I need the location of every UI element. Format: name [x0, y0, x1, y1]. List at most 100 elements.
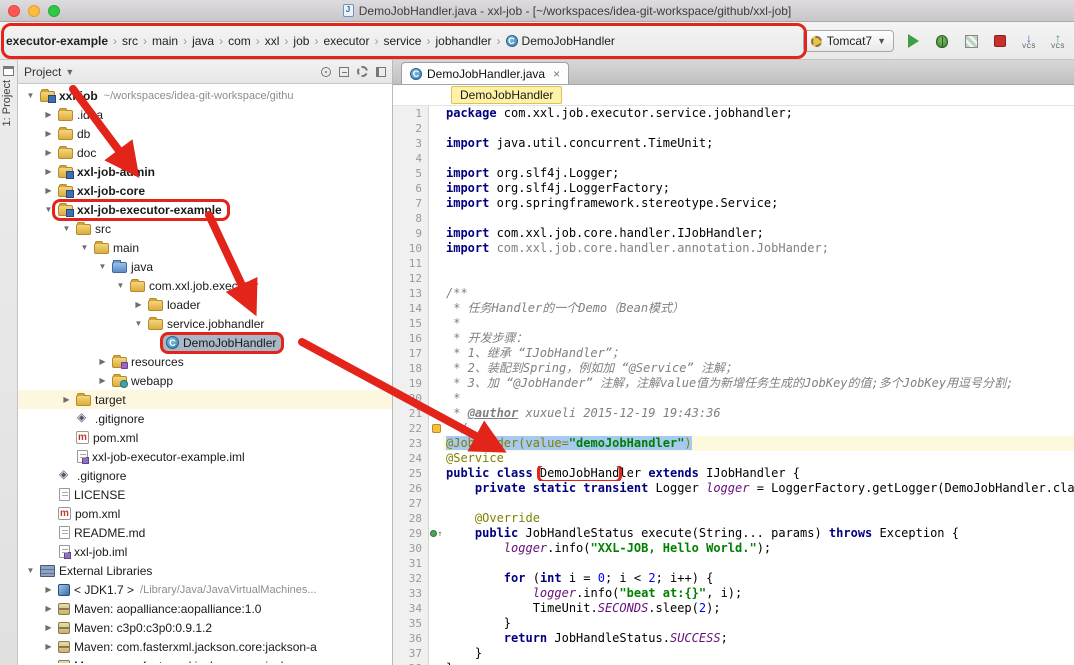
- debug-button[interactable]: [932, 31, 952, 51]
- tree-collapsed-icon[interactable]: ▶: [96, 376, 109, 385]
- code-line-text[interactable]: @Override: [443, 511, 1074, 526]
- code-line-14[interactable]: 14 * 任务Handler的一个Demo（Bean模式）: [393, 301, 1074, 316]
- breadcrumb-item-xxl[interactable]: xxl: [262, 32, 283, 50]
- tree-item-service-jobhandler[interactable]: ▼service.jobhandler: [18, 314, 392, 333]
- project-stripe-button[interactable]: 1: Project: [1, 80, 17, 126]
- breadcrumb-item-service[interactable]: service: [380, 32, 424, 50]
- code-line-9[interactable]: 9import com.xxl.job.core.handler.IJobHan…: [393, 226, 1074, 241]
- code-line-35[interactable]: 35 }: [393, 616, 1074, 631]
- code-line-text[interactable]: logger.info("XXL-JOB, Hello World.");: [443, 541, 1074, 556]
- tree-item-idea[interactable]: ▶.idea: [18, 105, 392, 124]
- code-line-text[interactable]: import com.xxl.job.core.handler.annotati…: [443, 241, 1074, 256]
- close-icon[interactable]: ×: [553, 67, 560, 81]
- code-line-text[interactable]: }: [443, 661, 1074, 665]
- code-line-text[interactable]: package com.xxl.job.executor.service.job…: [443, 106, 1074, 121]
- tree-item-readme-md[interactable]: README.md: [18, 523, 392, 542]
- code-line-text[interactable]: @JobHander(value="demoJobHandler"): [443, 436, 1074, 451]
- code-line-text[interactable]: }: [443, 616, 1074, 631]
- code-line-31[interactable]: 31: [393, 556, 1074, 571]
- tree-expanded-icon[interactable]: ▼: [24, 91, 37, 100]
- tree-collapsed-icon[interactable]: ▶: [42, 110, 55, 119]
- code-line-8[interactable]: 8: [393, 211, 1074, 226]
- tree-expanded-icon[interactable]: ▼: [78, 243, 91, 252]
- tree-item-jdk1-7[interactable]: ▶< JDK1.7 >/Library/Java/JavaVirtualMach…: [18, 580, 392, 599]
- code-line-36[interactable]: 36 return JobHandleStatus.SUCCESS;: [393, 631, 1074, 646]
- tree-expanded-icon[interactable]: ▼: [24, 566, 37, 575]
- code-line-16[interactable]: 16 * 开发步骤：: [393, 331, 1074, 346]
- tree-item-xxl-job-iml[interactable]: xxl-job.iml: [18, 542, 392, 561]
- code-line-23[interactable]: 23@JobHander(value="demoJobHandler"): [393, 436, 1074, 451]
- code-line-text[interactable]: *: [443, 391, 1074, 406]
- override-marker-icon[interactable]: [430, 530, 437, 537]
- code-line-25[interactable]: 25public class DemoJobHandler extends IJ…: [393, 466, 1074, 481]
- tree-item-target[interactable]: ▶target: [18, 390, 392, 409]
- code-line-text[interactable]: * 开发步骤：: [443, 331, 1074, 346]
- tree-item-pom-xml[interactable]: mpom.xml: [18, 428, 392, 447]
- tree-expanded-icon[interactable]: ▼: [114, 281, 127, 290]
- chevron-down-icon[interactable]: ▼: [65, 67, 74, 77]
- tree-collapsed-icon[interactable]: ▶: [132, 300, 145, 309]
- run-button[interactable]: [903, 31, 923, 51]
- tree-collapsed-icon[interactable]: ▶: [42, 186, 55, 195]
- code-line-15[interactable]: 15 *: [393, 316, 1074, 331]
- coverage-button[interactable]: [961, 31, 981, 51]
- code-line-text[interactable]: [443, 121, 1074, 136]
- vcs-push-button[interactable]: ↑VCS: [1048, 31, 1068, 51]
- code-line-2[interactable]: 2: [393, 121, 1074, 136]
- tree-expanded-icon[interactable]: ▼: [96, 262, 109, 271]
- tree-item-resources[interactable]: ▶resources: [18, 352, 392, 371]
- editor-tab-demojobhandler[interactable]: C DemoJobHandler.java ×: [401, 62, 569, 84]
- code-line-text[interactable]: import java.util.concurrent.TimeUnit;: [443, 136, 1074, 151]
- code-line-30[interactable]: 30 logger.info("XXL-JOB, Hello World.");: [393, 541, 1074, 556]
- tree-item-pom-xml[interactable]: mpom.xml: [18, 504, 392, 523]
- tree-item-external-libraries[interactable]: ▼External Libraries: [18, 561, 392, 580]
- tree-item-xxl-job-executor-example[interactable]: ▼xxl-job-executor-example: [18, 200, 392, 219]
- tree-item-xxl-job-executor-example-iml[interactable]: xxl-job-executor-example.iml: [18, 447, 392, 466]
- code-line-20[interactable]: 20 *: [393, 391, 1074, 406]
- code-line-text[interactable]: * @author xuxueli 2015-12-19 19:43:36: [443, 406, 1074, 421]
- code-line-text[interactable]: [443, 496, 1074, 511]
- breadcrumb-item-main[interactable]: main: [149, 32, 181, 50]
- breadcrumb-item-src[interactable]: src: [119, 32, 141, 50]
- code-line-12[interactable]: 12: [393, 271, 1074, 286]
- hide-panel-icon[interactable]: [376, 67, 386, 77]
- code-line-17[interactable]: 17 * 1、继承 “IJobHandler”；: [393, 346, 1074, 361]
- breadcrumb-item-executor[interactable]: executor: [320, 32, 372, 50]
- tree-expanded-icon[interactable]: ▼: [132, 319, 145, 328]
- code-line-37[interactable]: 37 }: [393, 646, 1074, 661]
- close-window-button[interactable]: [8, 5, 20, 17]
- tree-item-doc[interactable]: ▶doc: [18, 143, 392, 162]
- code-line-text[interactable]: return JobHandleStatus.SUCCESS;: [443, 631, 1074, 646]
- tree-collapsed-icon[interactable]: ▶: [42, 167, 55, 176]
- tree-expanded-icon[interactable]: ▼: [60, 224, 73, 233]
- code-line-18[interactable]: 18 * 2、装配到Spring，例如加 “@Service” 注解；: [393, 361, 1074, 376]
- tree-item-db[interactable]: ▶db: [18, 124, 392, 143]
- tree-collapsed-icon[interactable]: ▶: [42, 585, 55, 594]
- tree-item-main[interactable]: ▼main: [18, 238, 392, 257]
- code-line-text[interactable]: public JobHandleStatus execute(String...…: [443, 526, 1074, 541]
- tree-item-gitignore[interactable]: .gitignore: [18, 466, 392, 485]
- code-line-text[interactable]: import org.slf4j.Logger;: [443, 166, 1074, 181]
- code-line-7[interactable]: 7import org.springframework.stereotype.S…: [393, 196, 1074, 211]
- code-line-text[interactable]: * 任务Handler的一个Demo（Bean模式）: [443, 301, 1074, 316]
- vcs-update-button[interactable]: ↓VCS: [1019, 31, 1039, 51]
- code-line-text[interactable]: for (int i = 0; i < 2; i++) {: [443, 571, 1074, 586]
- code-line-text[interactable]: import com.xxl.job.core.handler.IJobHand…: [443, 226, 1074, 241]
- tree-item-maven-c3p0-c3p0-0-9-1-2[interactable]: ▶Maven: c3p0:c3p0:0.9.1.2: [18, 618, 392, 637]
- tree-expanded-icon[interactable]: ▼: [42, 205, 55, 214]
- code-line-26[interactable]: 26 private static transient Logger logge…: [393, 481, 1074, 496]
- tree-item-java[interactable]: ▼java: [18, 257, 392, 276]
- code-line-4[interactable]: 4: [393, 151, 1074, 166]
- code-line-24[interactable]: 24@Service: [393, 451, 1074, 466]
- tree-item-gitignore[interactable]: .gitignore: [18, 409, 392, 428]
- tree-item-license[interactable]: LICENSE: [18, 485, 392, 504]
- code-line-19[interactable]: 19 * 3、加 “@JobHander” 注解，注解value值为新增任务生成…: [393, 376, 1074, 391]
- tree-item-com-xxl-job-executor[interactable]: ▼com.xxl.job.executor: [18, 276, 392, 295]
- tree-item-maven-com-fasterxml-jackson-core-jackson-a[interactable]: ▶Maven: com.fasterxml.jackson.core:jacks…: [18, 637, 392, 656]
- breadcrumb-item-jobhandler[interactable]: jobhandler: [432, 32, 494, 50]
- stop-button[interactable]: [990, 31, 1010, 51]
- tree-collapsed-icon[interactable]: ▶: [42, 604, 55, 613]
- code-line-28[interactable]: 28 @Override: [393, 511, 1074, 526]
- code-line-text[interactable]: */: [443, 421, 1074, 436]
- tree-item-src[interactable]: ▼src: [18, 219, 392, 238]
